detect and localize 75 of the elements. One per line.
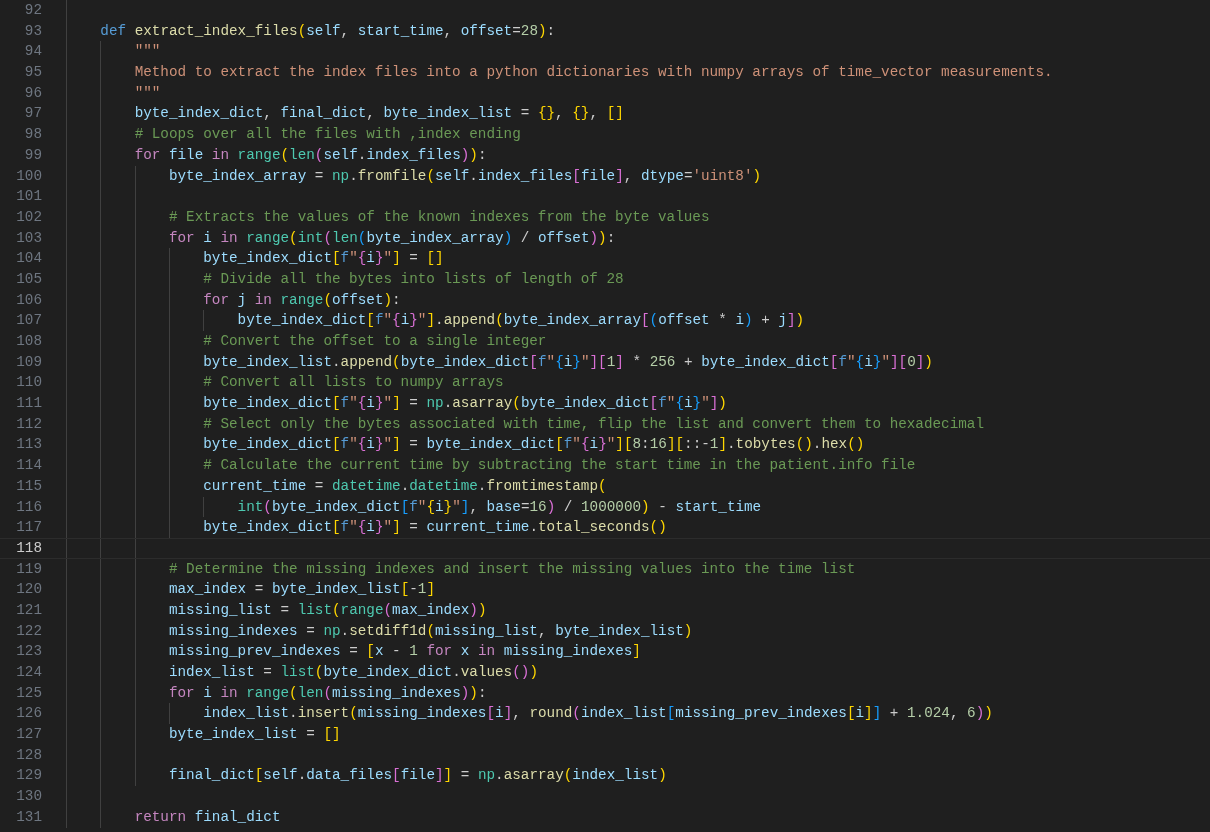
line-number: 126 xyxy=(15,704,42,724)
line-number: 121 xyxy=(15,600,42,620)
code-line: missing_list = list(range(max_index)) xyxy=(167,601,487,618)
code-line: # Convert the offset to a single integer xyxy=(202,333,547,349)
code-line: missing_indexes = np.setdiff1d(missing_list, byte_index_list) xyxy=(167,622,693,639)
line-number: 116 xyxy=(15,497,42,517)
code-line: byte_index_dict[f"{i}"].append(byte_index_array[(offset * i) + j]) xyxy=(236,312,805,329)
code-line: # Loops over all the files with ,index ending xyxy=(133,126,521,143)
code-line: Method to extract the index files into a python dictionaries with numpy arrays of time_vector measurements. xyxy=(133,64,1053,81)
code-line: def extract_index_files(self, start_time, offset=28): xyxy=(99,22,556,39)
line-number: 117 xyxy=(15,518,42,538)
line-number: 95 xyxy=(23,63,42,83)
code-line: # Select only the bytes associated with time, flip the list and convert them to hexadecimal xyxy=(202,415,984,432)
line-number: 106 xyxy=(15,290,42,310)
line-number: 118 xyxy=(15,538,42,558)
line-number: 107 xyxy=(15,311,42,331)
line-number: 103 xyxy=(15,228,42,248)
line-number: 125 xyxy=(15,683,42,703)
line-number: 129 xyxy=(15,766,42,786)
line-number: 122 xyxy=(15,621,42,641)
code-line: # Convert all lists to numpy arrays xyxy=(202,374,504,391)
line-number: 96 xyxy=(23,83,42,103)
code-line: """ xyxy=(133,84,161,101)
line-number: 105 xyxy=(15,269,42,289)
code-line: final_dict[self.data_files[file]] = np.asarray(index_list) xyxy=(167,767,667,784)
line-number: 94 xyxy=(23,42,42,62)
code-line: byte_index_list.append(byte_index_dict[f"{i}"][1] * 256 + byte_index_dict[f"{i}"][0]) xyxy=(202,353,933,370)
code-line: byte_index_dict[f"{i}"] = current_time.total_seconds() xyxy=(202,519,667,536)
code-line: byte_index_list = [] xyxy=(167,726,341,743)
line-number: 98 xyxy=(23,125,42,145)
line-number: 93 xyxy=(23,21,42,41)
code-line: missing_prev_indexes = [x - 1 for x in missing_indexes] xyxy=(167,643,641,660)
code-line: int(byte_index_dict[f"{i}"], base=16) / 1000000) - start_time xyxy=(236,498,762,515)
code-line: return final_dict xyxy=(133,808,281,825)
line-number: 114 xyxy=(15,456,42,476)
code-line: byte_index_array = np.fromfile(self.index_files[file], dtype='uint8') xyxy=(167,167,762,184)
line-number: 108 xyxy=(15,332,42,351)
code-line: # Determine the missing indexes and insert the missing values into the time list xyxy=(167,560,856,577)
line-number: 104 xyxy=(15,249,42,269)
line-number: 97 xyxy=(23,104,42,124)
line-number: 100 xyxy=(15,166,42,186)
line-number: 128 xyxy=(15,745,42,765)
line-number: 92 xyxy=(23,1,42,20)
line-number: 113 xyxy=(15,435,42,455)
line-number: 123 xyxy=(15,642,42,662)
line-number: 109 xyxy=(15,352,42,372)
code-line: for file in range(len(self.index_files)): xyxy=(133,146,487,163)
code-line: byte_index_dict, final_dict, byte_index_list = {}, {}, [] xyxy=(133,105,624,122)
code-line: byte_index_dict[f"{i}"] = np.asarray(byte_index_dict[f"{i}"]) xyxy=(202,395,727,412)
code-line: byte_index_dict[f"{i}"] = [] xyxy=(202,250,444,267)
code-line: max_index = byte_index_list[-1] xyxy=(167,581,435,598)
code-line: # Calculate the current time by subtracting the start time in the patient.info file xyxy=(202,457,916,474)
line-number: 131 xyxy=(15,807,42,827)
line-number: 127 xyxy=(15,725,42,745)
line-number: 99 xyxy=(23,145,42,165)
line-number: 120 xyxy=(15,580,42,600)
line-number: 124 xyxy=(15,663,42,682)
line-number: 101 xyxy=(15,187,42,207)
line-number: 130 xyxy=(15,787,42,807)
line-number: 115 xyxy=(15,476,42,496)
code-line: byte_index_dict[f"{i}"] = byte_index_dict[f"{i}"][8:16][::-1].tobytes().hex() xyxy=(202,436,865,453)
line-number: 102 xyxy=(15,207,42,227)
line-number: 110 xyxy=(15,373,42,393)
code-line: index_list.insert(missing_indexes[i], round(index_list[missing_prev_indexes[i]] + 1.024, 6)) xyxy=(202,705,993,722)
line-number: 111 xyxy=(15,394,42,414)
code-line: # Divide all the bytes into lists of length of 28 xyxy=(202,270,624,287)
code-line: index_list = list(byte_index_dict.values()) xyxy=(167,664,538,680)
code-line: # Extracts the values of the known indexes from the byte values xyxy=(167,208,710,225)
code-line: for i in range(len(missing_indexes)): xyxy=(167,684,487,701)
code-line: current_time = datetime.datetime.fromtimestamp( xyxy=(202,477,607,494)
code-line: for i in range(int(len(byte_index_array) / offset)): xyxy=(167,229,616,246)
line-number: 119 xyxy=(15,559,42,579)
code-line: """ xyxy=(133,43,161,60)
line-number: 112 xyxy=(15,414,42,434)
code-line: for j in range(offset): xyxy=(202,291,401,308)
